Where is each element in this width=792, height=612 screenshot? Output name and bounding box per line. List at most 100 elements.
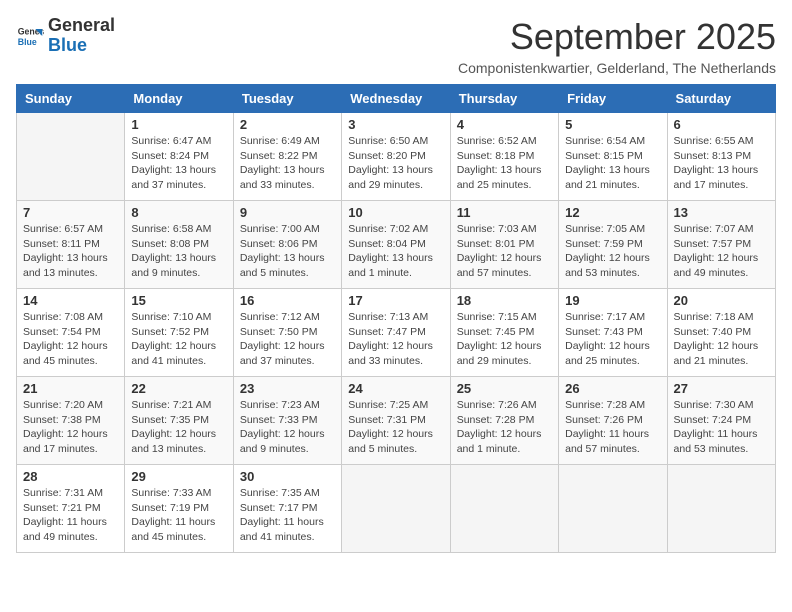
day-info: Sunrise: 7:35 AM Sunset: 7:17 PM Dayligh… [240,486,335,545]
day-info: Sunrise: 7:17 AM Sunset: 7:43 PM Dayligh… [565,310,660,369]
day-number: 28 [23,469,118,484]
day-number: 15 [131,293,226,308]
calendar-cell: 5 Sunrise: 6:54 AM Sunset: 8:15 PM Daylig… [559,113,667,201]
week-row-1: 1 Sunrise: 6:47 AM Sunset: 8:24 PM Daylig… [17,113,776,201]
calendar-subtitle: Componistenkwartier, Gelderland, The Net… [458,60,776,76]
day-number: 25 [457,381,552,396]
week-row-5: 28 Sunrise: 7:31 AM Sunset: 7:21 PM Dayli… [17,465,776,553]
day-number: 14 [23,293,118,308]
day-number: 23 [240,381,335,396]
calendar-table: SundayMondayTuesdayWednesdayThursdayFrid… [16,84,776,553]
calendar-cell: 21 Sunrise: 7:20 AM Sunset: 7:38 PM Dayli… [17,377,125,465]
day-info: Sunrise: 7:15 AM Sunset: 7:45 PM Dayligh… [457,310,552,369]
weekday-header-wednesday: Wednesday [342,85,450,113]
day-number: 19 [565,293,660,308]
calendar-cell: 26Sunrise: 7:28 AM Sunset: 7:26 PM Dayli… [559,377,667,465]
day-info: Sunrise: 7:21 AM Sunset: 7:35 PM Dayligh… [131,398,226,457]
day-info: Sunrise: 7:25 AM Sunset: 7:31 PM Dayligh… [348,398,443,457]
calendar-cell: 16 Sunrise: 7:12 AM Sunset: 7:50 PM Dayli… [233,289,341,377]
day-number: 17 [348,293,443,308]
day-info: Sunrise: 7:00 AM Sunset: 8:06 PM Dayligh… [240,222,335,281]
weekday-header-saturday: Saturday [667,85,775,113]
day-info: Sunrise: 6:52 AM Sunset: 8:18 PM Dayligh… [457,134,552,193]
weekday-header-tuesday: Tuesday [233,85,341,113]
calendar-cell: 15Sunrise: 7:10 AM Sunset: 7:52 PM Dayli… [125,289,233,377]
calendar-cell: 12 Sunrise: 7:05 AM Sunset: 7:59 PM Dayli… [559,201,667,289]
day-number: 9 [240,205,335,220]
day-info: Sunrise: 7:08 AM Sunset: 7:54 PM Dayligh… [23,310,118,369]
day-info: Sunrise: 7:23 AM Sunset: 7:33 PM Dayligh… [240,398,335,457]
day-number: 11 [457,205,552,220]
calendar-cell: 11 Sunrise: 7:03 AM Sunset: 8:01 PM Dayli… [450,201,558,289]
weekday-header-thursday: Thursday [450,85,558,113]
calendar-cell [17,113,125,201]
logo: General Blue General Blue [16,16,115,56]
weekday-header-row: SundayMondayTuesdayWednesdayThursdayFrid… [17,85,776,113]
day-number: 16 [240,293,335,308]
day-info: Sunrise: 7:28 AM Sunset: 7:26 PM Dayligh… [565,398,660,457]
week-row-4: 21 Sunrise: 7:20 AM Sunset: 7:38 PM Dayli… [17,377,776,465]
logo-general-text: General [48,15,115,35]
week-row-2: 7 Sunrise: 6:57 AM Sunset: 8:11 PM Daylig… [17,201,776,289]
calendar-cell [559,465,667,553]
calendar-cell: 2 Sunrise: 6:49 AM Sunset: 8:22 PM Daylig… [233,113,341,201]
calendar-cell: 7 Sunrise: 6:57 AM Sunset: 8:11 PM Daylig… [17,201,125,289]
day-number: 12 [565,205,660,220]
day-info: Sunrise: 7:05 AM Sunset: 7:59 PM Dayligh… [565,222,660,281]
day-info: Sunrise: 7:02 AM Sunset: 8:04 PM Dayligh… [348,222,443,281]
svg-text:Blue: Blue [18,37,37,47]
calendar-cell: 23 Sunrise: 7:23 AM Sunset: 7:33 PM Dayli… [233,377,341,465]
day-info: Sunrise: 7:31 AM Sunset: 7:21 PM Dayligh… [23,486,118,545]
calendar-cell: 20Sunrise: 7:18 AM Sunset: 7:40 PM Dayli… [667,289,775,377]
calendar-cell: 22 Sunrise: 7:21 AM Sunset: 7:35 PM Dayli… [125,377,233,465]
calendar-cell: 30Sunrise: 7:35 AM Sunset: 7:17 PM Dayli… [233,465,341,553]
calendar-cell: 18 Sunrise: 7:15 AM Sunset: 7:45 PM Dayli… [450,289,558,377]
day-number: 4 [457,117,552,132]
day-number: 29 [131,469,226,484]
weekday-header-monday: Monday [125,85,233,113]
weekday-header-sunday: Sunday [17,85,125,113]
day-info: Sunrise: 7:18 AM Sunset: 7:40 PM Dayligh… [674,310,769,369]
day-number: 22 [131,381,226,396]
calendar-cell: 10 Sunrise: 7:02 AM Sunset: 8:04 PM Dayli… [342,201,450,289]
calendar-cell: 13 Sunrise: 7:07 AM Sunset: 7:57 PM Dayli… [667,201,775,289]
day-number: 10 [348,205,443,220]
calendar-cell: 9 Sunrise: 7:00 AM Sunset: 8:06 PM Daylig… [233,201,341,289]
day-info: Sunrise: 6:54 AM Sunset: 8:15 PM Dayligh… [565,134,660,193]
week-row-3: 14 Sunrise: 7:08 AM Sunset: 7:54 PM Dayli… [17,289,776,377]
day-info: Sunrise: 6:55 AM Sunset: 8:13 PM Dayligh… [674,134,769,193]
day-info: Sunrise: 7:12 AM Sunset: 7:50 PM Dayligh… [240,310,335,369]
day-info: Sunrise: 7:07 AM Sunset: 7:57 PM Dayligh… [674,222,769,281]
title-block: September 2025 Componistenkwartier, Geld… [458,16,776,76]
day-number: 27 [674,381,769,396]
day-number: 24 [348,381,443,396]
calendar-cell: 8 Sunrise: 6:58 AM Sunset: 8:08 PM Daylig… [125,201,233,289]
day-number: 13 [674,205,769,220]
day-number: 21 [23,381,118,396]
day-number: 18 [457,293,552,308]
day-info: Sunrise: 6:57 AM Sunset: 8:11 PM Dayligh… [23,222,118,281]
calendar-cell [450,465,558,553]
day-number: 6 [674,117,769,132]
day-number: 8 [131,205,226,220]
day-info: Sunrise: 6:47 AM Sunset: 8:24 PM Dayligh… [131,134,226,193]
calendar-cell [342,465,450,553]
day-info: Sunrise: 7:03 AM Sunset: 8:01 PM Dayligh… [457,222,552,281]
calendar-cell: 24 Sunrise: 7:25 AM Sunset: 7:31 PM Dayli… [342,377,450,465]
day-number: 2 [240,117,335,132]
calendar-cell: 1 Sunrise: 6:47 AM Sunset: 8:24 PM Daylig… [125,113,233,201]
day-number: 7 [23,205,118,220]
day-info: Sunrise: 6:58 AM Sunset: 8:08 PM Dayligh… [131,222,226,281]
calendar-cell: 25Sunrise: 7:26 AM Sunset: 7:28 PM Dayli… [450,377,558,465]
day-info: Sunrise: 7:30 AM Sunset: 7:24 PM Dayligh… [674,398,769,457]
calendar-title: September 2025 [458,16,776,58]
day-number: 5 [565,117,660,132]
day-number: 1 [131,117,226,132]
calendar-cell: 17Sunrise: 7:13 AM Sunset: 7:47 PM Dayli… [342,289,450,377]
day-info: Sunrise: 6:49 AM Sunset: 8:22 PM Dayligh… [240,134,335,193]
day-info: Sunrise: 6:50 AM Sunset: 8:20 PM Dayligh… [348,134,443,193]
day-info: Sunrise: 7:20 AM Sunset: 7:38 PM Dayligh… [23,398,118,457]
calendar-cell: 4 Sunrise: 6:52 AM Sunset: 8:18 PM Daylig… [450,113,558,201]
calendar-cell: 29Sunrise: 7:33 AM Sunset: 7:19 PM Dayli… [125,465,233,553]
weekday-header-friday: Friday [559,85,667,113]
